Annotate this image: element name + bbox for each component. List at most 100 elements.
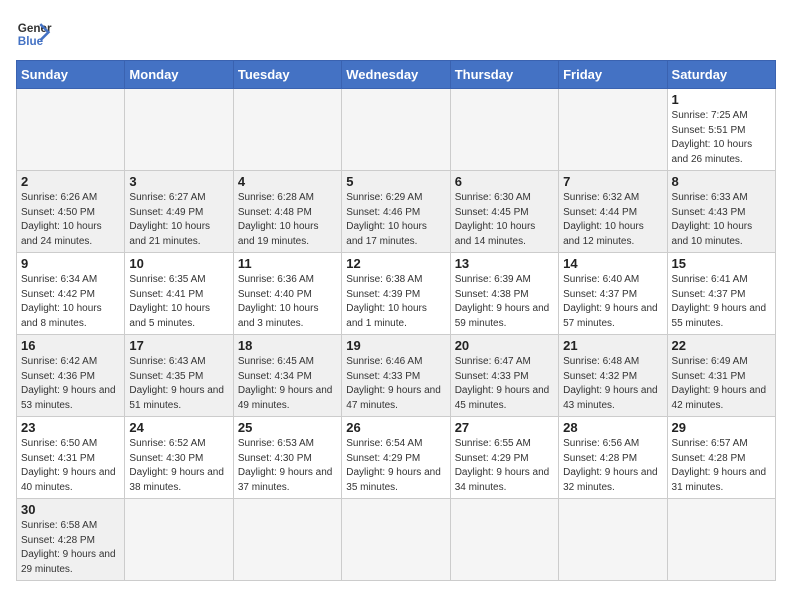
calendar-cell (342, 499, 450, 581)
day-info: Sunrise: 6:52 AM Sunset: 4:30 PM Dayligh… (129, 437, 228, 495)
calendar-cell: 13 Sunrise: 6:39 AM Sunset: 4:38 PM Dayli… (450, 253, 558, 335)
calendar-cell: 5Sunrise: 6:29 AM Sunset: 4:46 PM Daylig… (342, 171, 450, 253)
day-info: Sunrise: 6:38 AM Sunset: 4:39 PM Dayligh… (346, 273, 445, 331)
day-number: 25 (238, 420, 337, 435)
calendar-cell (125, 89, 233, 171)
day-number: 19 (346, 338, 445, 353)
calendar-cell: 17Sunrise: 6:43 AM Sunset: 4:35 PM Dayli… (125, 335, 233, 417)
day-info: Sunrise: 6:34 AM Sunset: 4:42 PM Dayligh… (21, 273, 120, 331)
day-number: 13 (455, 256, 554, 271)
page-header: General Blue (16, 16, 776, 52)
calendar-table: SundayMondayTuesdayWednesdayThursdayFrid… (16, 60, 776, 581)
calendar-cell (233, 499, 341, 581)
calendar-week-row: 9 Sunrise: 6:34 AM Sunset: 4:42 PM Daylig… (17, 253, 776, 335)
day-info: Sunrise: 6:36 AM Sunset: 4:40 PM Dayligh… (238, 273, 337, 331)
calendar-cell: 15 Sunrise: 6:41 AM Sunset: 4:37 PM Dayli… (667, 253, 775, 335)
day-number: 29 (672, 420, 771, 435)
day-info: Sunrise: 6:56 AM Sunset: 4:28 PM Dayligh… (563, 437, 662, 495)
calendar-cell: 29Sunrise: 6:57 AM Sunset: 4:28 PM Dayli… (667, 417, 775, 499)
weekday-header-friday: Friday (559, 61, 667, 89)
day-info: Sunrise: 6:47 AM Sunset: 4:33 PM Dayligh… (455, 355, 554, 413)
day-number: 30 (21, 502, 120, 517)
calendar-cell: 2 Sunrise: 6:26 AM Sunset: 4:50 PM Daylig… (17, 171, 125, 253)
calendar-cell: 28 Sunrise: 6:56 AM Sunset: 4:28 PM Dayli… (559, 417, 667, 499)
day-info: Sunrise: 6:49 AM Sunset: 4:31 PM Dayligh… (672, 355, 771, 413)
day-number: 12 (346, 256, 445, 271)
calendar-cell (667, 499, 775, 581)
calendar-cell (559, 89, 667, 171)
logo-icon: General Blue (16, 16, 52, 52)
calendar-week-row: 16 Sunrise: 6:42 AM Sunset: 4:36 PM Dayli… (17, 335, 776, 417)
day-number: 21 (563, 338, 662, 353)
day-number: 4 (238, 174, 337, 189)
calendar-cell: 25 Sunrise: 6:53 AM Sunset: 4:30 PM Dayli… (233, 417, 341, 499)
day-number: 5 (346, 174, 445, 189)
calendar-cell (559, 499, 667, 581)
day-info: Sunrise: 6:35 AM Sunset: 4:41 PM Dayligh… (129, 273, 228, 331)
day-info: Sunrise: 6:42 AM Sunset: 4:36 PM Dayligh… (21, 355, 120, 413)
day-number: 9 (21, 256, 120, 271)
day-number: 6 (455, 174, 554, 189)
day-info: Sunrise: 6:50 AM Sunset: 4:31 PM Dayligh… (21, 437, 120, 495)
day-number: 2 (21, 174, 120, 189)
calendar-cell: 19 Sunrise: 6:46 AM Sunset: 4:33 PM Dayli… (342, 335, 450, 417)
calendar-cell: 27Sunrise: 6:55 AM Sunset: 4:29 PM Dayli… (450, 417, 558, 499)
calendar-cell (233, 89, 341, 171)
day-number: 7 (563, 174, 662, 189)
day-info: Sunrise: 6:39 AM Sunset: 4:38 PM Dayligh… (455, 273, 554, 331)
calendar-cell: 11 Sunrise: 6:36 AM Sunset: 4:40 PM Dayli… (233, 253, 341, 335)
day-info: Sunrise: 6:28 AM Sunset: 4:48 PM Dayligh… (238, 191, 337, 249)
calendar-cell: 8 Sunrise: 6:33 AM Sunset: 4:43 PM Daylig… (667, 171, 775, 253)
calendar-cell: 3Sunrise: 6:27 AM Sunset: 4:49 PM Daylig… (125, 171, 233, 253)
calendar-cell: 30 Sunrise: 6:58 AM Sunset: 4:28 PM Dayli… (17, 499, 125, 581)
day-number: 11 (238, 256, 337, 271)
day-number: 26 (346, 420, 445, 435)
day-number: 23 (21, 420, 120, 435)
day-info: Sunrise: 6:53 AM Sunset: 4:30 PM Dayligh… (238, 437, 337, 495)
logo: General Blue (16, 16, 52, 52)
day-info: Sunrise: 7:25 AM Sunset: 5:51 PM Dayligh… (672, 109, 771, 167)
day-info: Sunrise: 6:32 AM Sunset: 4:44 PM Dayligh… (563, 191, 662, 249)
day-number: 16 (21, 338, 120, 353)
calendar-week-row: 23 Sunrise: 6:50 AM Sunset: 4:31 PM Dayli… (17, 417, 776, 499)
weekday-header-wednesday: Wednesday (342, 61, 450, 89)
calendar-cell: 4 Sunrise: 6:28 AM Sunset: 4:48 PM Daylig… (233, 171, 341, 253)
day-info: Sunrise: 6:48 AM Sunset: 4:32 PM Dayligh… (563, 355, 662, 413)
svg-text:Blue: Blue (18, 35, 44, 48)
day-info: Sunrise: 6:45 AM Sunset: 4:34 PM Dayligh… (238, 355, 337, 413)
day-info: Sunrise: 6:41 AM Sunset: 4:37 PM Dayligh… (672, 273, 771, 331)
calendar-cell: 12 Sunrise: 6:38 AM Sunset: 4:39 PM Dayli… (342, 253, 450, 335)
day-number: 8 (672, 174, 771, 189)
day-number: 24 (129, 420, 228, 435)
weekday-header-saturday: Saturday (667, 61, 775, 89)
day-info: Sunrise: 6:46 AM Sunset: 4:33 PM Dayligh… (346, 355, 445, 413)
calendar-cell: 22 Sunrise: 6:49 AM Sunset: 4:31 PM Dayli… (667, 335, 775, 417)
weekday-header-monday: Monday (125, 61, 233, 89)
calendar-cell: 24 Sunrise: 6:52 AM Sunset: 4:30 PM Dayli… (125, 417, 233, 499)
day-info: Sunrise: 6:27 AM Sunset: 4:49 PM Dayligh… (129, 191, 228, 249)
day-number: 28 (563, 420, 662, 435)
weekday-header-tuesday: Tuesday (233, 61, 341, 89)
day-info: Sunrise: 6:26 AM Sunset: 4:50 PM Dayligh… (21, 191, 120, 249)
calendar-cell: 14Sunrise: 6:40 AM Sunset: 4:37 PM Dayli… (559, 253, 667, 335)
calendar-cell (450, 499, 558, 581)
day-number: 20 (455, 338, 554, 353)
day-number: 15 (672, 256, 771, 271)
calendar-cell: 7 Sunrise: 6:32 AM Sunset: 4:44 PM Daylig… (559, 171, 667, 253)
calendar-cell: 21 Sunrise: 6:48 AM Sunset: 4:32 PM Dayli… (559, 335, 667, 417)
calendar-cell: 18Sunrise: 6:45 AM Sunset: 4:34 PM Dayli… (233, 335, 341, 417)
calendar-cell: 9 Sunrise: 6:34 AM Sunset: 4:42 PM Daylig… (17, 253, 125, 335)
day-number: 22 (672, 338, 771, 353)
day-info: Sunrise: 6:33 AM Sunset: 4:43 PM Dayligh… (672, 191, 771, 249)
day-info: Sunrise: 6:54 AM Sunset: 4:29 PM Dayligh… (346, 437, 445, 495)
calendar-cell: 26 Sunrise: 6:54 AM Sunset: 4:29 PM Dayli… (342, 417, 450, 499)
calendar-cell (342, 89, 450, 171)
day-info: Sunrise: 6:58 AM Sunset: 4:28 PM Dayligh… (21, 519, 120, 577)
calendar-cell: 6Sunrise: 6:30 AM Sunset: 4:45 PM Daylig… (450, 171, 558, 253)
day-info: Sunrise: 6:43 AM Sunset: 4:35 PM Dayligh… (129, 355, 228, 413)
weekday-header-thursday: Thursday (450, 61, 558, 89)
day-number: 14 (563, 256, 662, 271)
calendar-cell (17, 89, 125, 171)
calendar-week-row: 2 Sunrise: 6:26 AM Sunset: 4:50 PM Daylig… (17, 171, 776, 253)
calendar-cell (450, 89, 558, 171)
